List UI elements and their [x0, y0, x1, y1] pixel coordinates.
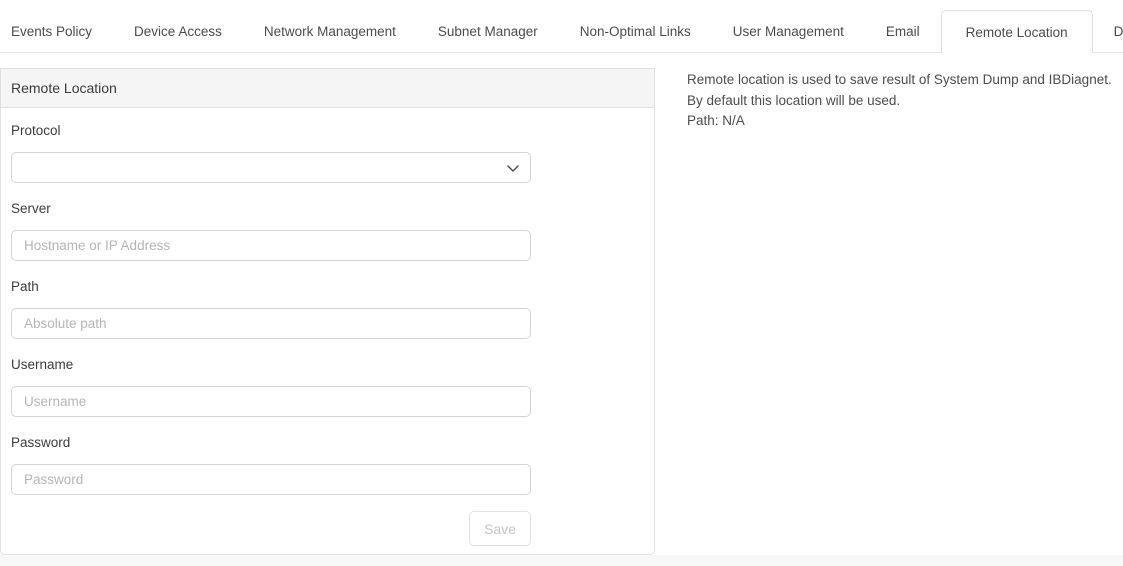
tab-user-management[interactable]: User Management [712, 10, 865, 52]
server-label: Server [11, 202, 644, 216]
description-path-value: Path: N/A [687, 111, 1112, 132]
protocol-field-group: Protocol [11, 124, 644, 183]
password-input[interactable] [11, 464, 531, 495]
remote-location-panel: Remote Location Protocol Server [0, 68, 655, 555]
chevron-down-icon [507, 165, 519, 173]
save-button[interactable]: Save [469, 511, 531, 546]
server-field-group: Server [11, 202, 644, 261]
remote-location-description: Remote location is used to save result o… [687, 70, 1112, 132]
path-input[interactable] [11, 308, 531, 339]
remote-location-form: Protocol Server Path [1, 108, 654, 554]
server-input[interactable] [11, 230, 531, 261]
tab-device-access[interactable]: Device Access [113, 10, 243, 52]
tab-non-optimal-links[interactable]: Non-Optimal Links [559, 10, 712, 52]
protocol-label: Protocol [11, 124, 644, 138]
path-field-group: Path [11, 280, 644, 339]
content-area: Remote Location Protocol Server [0, 53, 1123, 555]
tab-data-streaming[interactable]: Data Streaming [1093, 10, 1123, 52]
path-label: Path [11, 280, 644, 294]
tab-network-management[interactable]: Network Management [243, 10, 417, 52]
tab-events-policy[interactable]: Events Policy [0, 10, 113, 52]
save-button-row: Save [11, 511, 531, 546]
tab-email[interactable]: Email [865, 10, 941, 52]
panel-header: Remote Location [1, 69, 654, 108]
settings-page: Events Policy Device Access Network Mana… [0, 0, 1123, 566]
password-label: Password [11, 436, 644, 450]
tab-subnet-manager[interactable]: Subnet Manager [417, 10, 559, 52]
protocol-select[interactable] [11, 152, 531, 183]
username-label: Username [11, 358, 644, 372]
password-field-group: Password [11, 436, 644, 495]
description-line-2: By default this location will be used. [687, 91, 1112, 112]
tab-remote-location[interactable]: Remote Location [941, 10, 1093, 53]
panel-title: Remote Location [11, 80, 117, 96]
username-input[interactable] [11, 386, 531, 417]
username-field-group: Username [11, 358, 644, 417]
settings-tab-bar: Events Policy Device Access Network Mana… [0, 0, 1123, 53]
page-background-strip [0, 555, 1123, 566]
description-line-1: Remote location is used to save result o… [687, 70, 1112, 91]
